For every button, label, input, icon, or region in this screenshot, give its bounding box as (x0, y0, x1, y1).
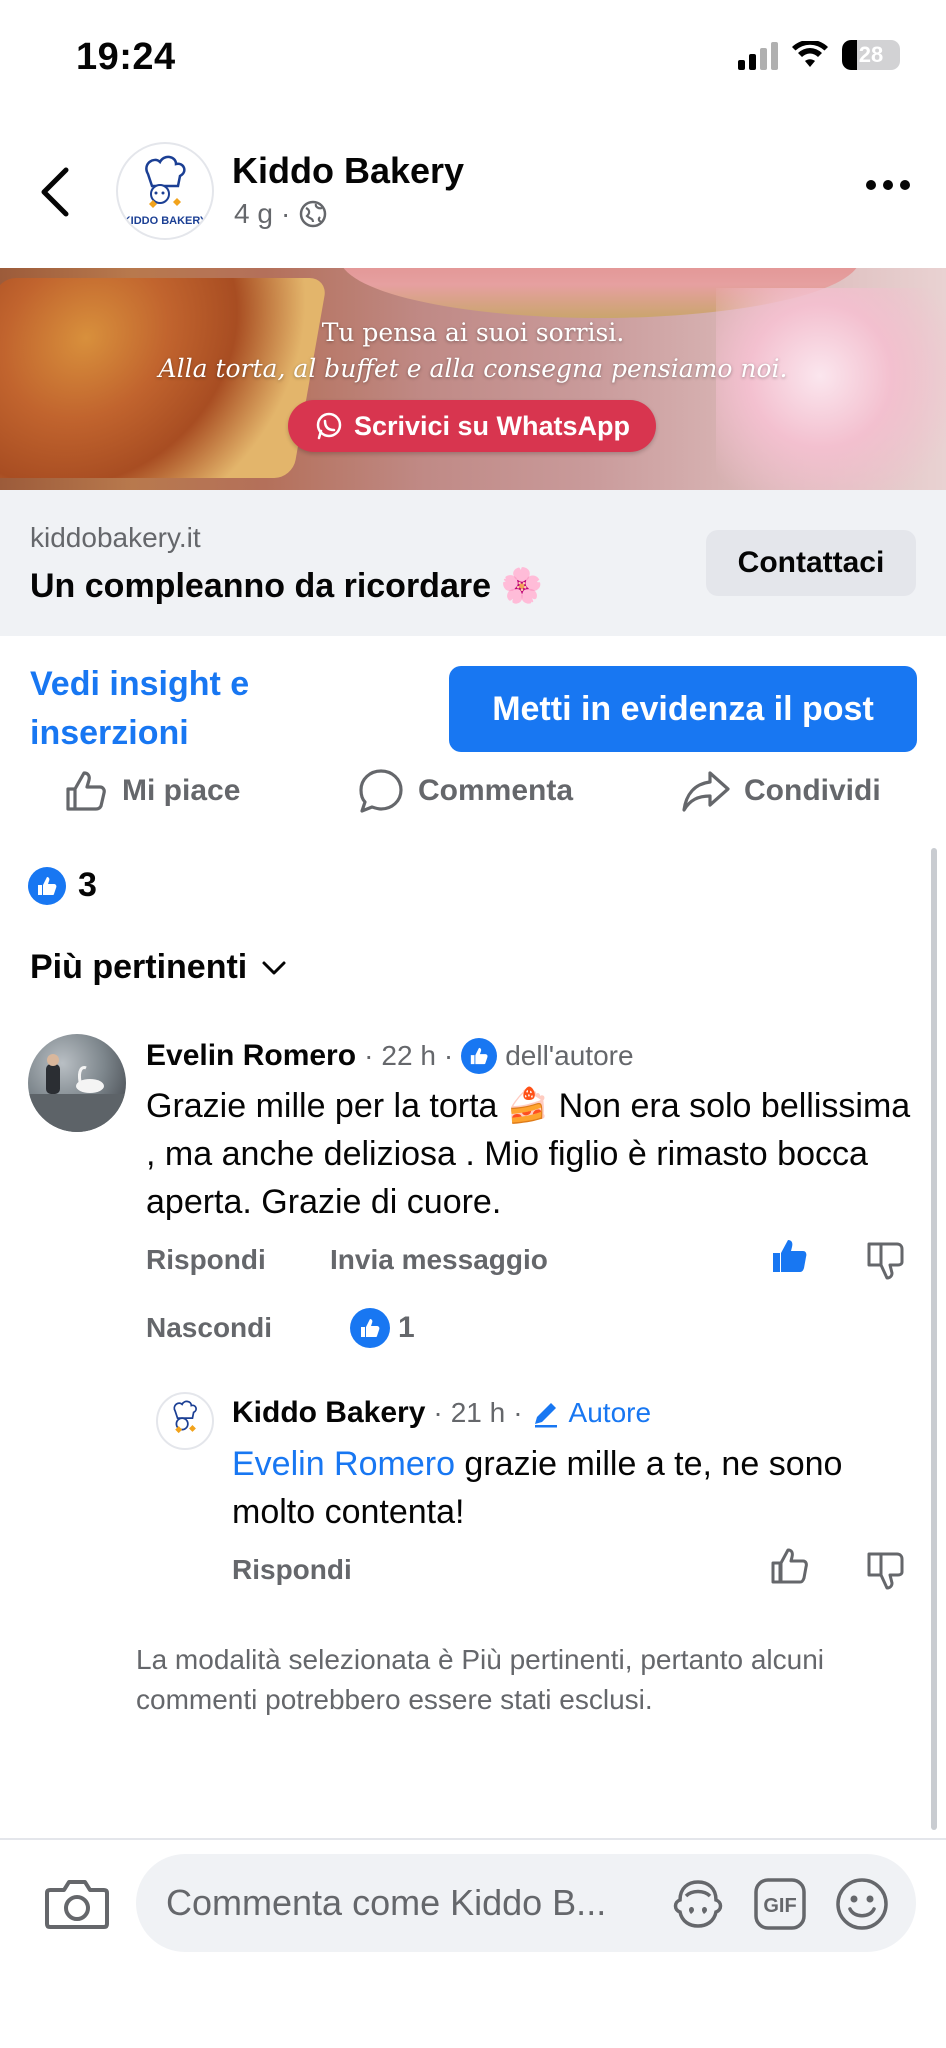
thumbs-down-icon (867, 1552, 904, 1590)
battery-icon: 28 (842, 40, 900, 70)
boost-post-button[interactable]: Metti in evidenza il post (449, 666, 917, 752)
battery-level: 28 (858, 42, 884, 67)
camera-button[interactable] (44, 1876, 110, 1932)
comment-author[interactable]: Evelin Romero (146, 1039, 356, 1073)
gif-icon: GIF (754, 1878, 806, 1930)
share-icon (682, 771, 730, 812)
reply-button[interactable]: Rispondi (232, 1554, 352, 1586)
comment-like-button[interactable] (770, 1236, 810, 1281)
reply-dislike-button[interactable] (866, 1550, 906, 1595)
comment-like-number: 1 (398, 1311, 415, 1344)
reply-text: Evelin Romero grazie mille a te, ne sono… (232, 1440, 922, 1536)
logo-text: KIDDO BAKERY (123, 215, 208, 227)
comment-button[interactable]: Commenta (356, 764, 573, 818)
meta-separator: · (513, 1397, 523, 1428)
kiddo-bakery-logo (173, 1400, 197, 1434)
more-icon-dot (866, 180, 876, 190)
contact-button[interactable]: Contattaci (706, 530, 916, 596)
reply-time: 21 h (450, 1397, 506, 1428)
author-like-badge-icon (461, 1038, 498, 1074)
like-label: Mi piace (122, 774, 241, 807)
reply-header: Kiddo Bakery · 21 h · Autore (232, 1396, 651, 1430)
like-reaction-icon (350, 1308, 390, 1348)
comment-dislike-button[interactable] (866, 1240, 906, 1285)
kiddo-bakery-logo: KIDDO BAKERY (123, 155, 208, 227)
scrollbar[interactable] (931, 848, 937, 1830)
reply-author[interactable]: Kiddo Bakery (232, 1396, 425, 1430)
mention-link[interactable]: Evelin Romero (232, 1445, 455, 1483)
like-icon (66, 771, 106, 811)
page-name[interactable]: Kiddo Bakery (232, 150, 464, 192)
author-badge-label: Autore (568, 1397, 652, 1428)
more-icon-dot (883, 180, 893, 190)
status-icons: 28 (738, 40, 900, 70)
back-button[interactable] (36, 164, 76, 220)
commenter-avatar[interactable] (28, 1034, 126, 1132)
svg-text:GIF: GIF (763, 1895, 796, 1917)
more-icon-dot (900, 180, 910, 190)
camera-icon (45, 1880, 109, 1929)
comment-time: 22 h (381, 1040, 436, 1071)
reply-button[interactable]: Rispondi (146, 1244, 266, 1276)
share-button[interactable]: Condividi (680, 764, 881, 818)
share-label: Condividi (744, 774, 881, 807)
hide-button[interactable]: Nascondi (146, 1312, 272, 1344)
meta-separator: · (433, 1397, 443, 1428)
post-meta: 4 g · (234, 198, 328, 230)
send-message-button[interactable]: Invia messaggio (330, 1244, 548, 1276)
insights-link[interactable]: Vedi insight e inserzioni (30, 660, 330, 758)
emoji-icon (836, 1878, 888, 1930)
comment-sort-dropdown[interactable]: Più pertinenti (30, 948, 287, 987)
like-reaction-icon (28, 866, 66, 905)
whatsapp-label: Scrivici su WhatsApp (353, 410, 631, 441)
back-icon (41, 167, 69, 217)
comment-header: Evelin Romero · 22 h · dell'autore (146, 1038, 634, 1074)
link-title: Un compleanno da ricordare 🌸 (30, 567, 543, 605)
comment-icon (359, 769, 403, 813)
reply-like-button[interactable] (770, 1546, 810, 1591)
banner-headline: Tu pensa ai suoi sorrisi. (321, 318, 625, 347)
author-badge-label: dell'autore (505, 1040, 634, 1071)
emoji-button[interactable] (834, 1876, 890, 1932)
post-time: 4 g (234, 198, 273, 229)
avatar-sticker-icon (673, 1880, 723, 1928)
meta-separator: · (280, 198, 291, 229)
comment-label: Commenta (418, 774, 574, 807)
whatsapp-button[interactable]: Scrivici su WhatsApp (288, 400, 656, 452)
globe-icon (300, 200, 327, 228)
like-button[interactable]: Mi piace (62, 764, 240, 818)
whatsapp-icon (316, 412, 342, 440)
meta-separator: · (364, 1040, 374, 1071)
thumbs-down-icon (867, 1242, 904, 1280)
pencil-icon (534, 1403, 557, 1428)
meta-separator: · (443, 1040, 454, 1071)
reactions-summary[interactable]: 3 (28, 866, 97, 905)
thumbs-up-icon (773, 1240, 807, 1272)
thumbs-up-icon (771, 1548, 808, 1584)
chevron-down-icon (262, 961, 286, 974)
avatar-sticker-button[interactable] (670, 1876, 726, 1932)
comment-input[interactable] (166, 1882, 646, 1924)
reply-author-avatar[interactable] (156, 1392, 214, 1450)
comment-like-count[interactable]: 1 (350, 1308, 415, 1348)
signal-icon (738, 40, 778, 70)
page-avatar[interactable]: KIDDO BAKERY (116, 142, 214, 240)
status-time: 19:24 (76, 36, 176, 78)
divider (0, 1838, 946, 1840)
banner-subheadline: Alla torta, al buffet e alla consegna pe… (158, 354, 788, 383)
sort-label: Più pertinenti (30, 948, 248, 986)
filter-notice: La modalità selezionata è Più pertinenti… (136, 1644, 824, 1715)
gif-button[interactable]: GIF (752, 1876, 808, 1932)
reactions-count: 3 (78, 866, 97, 904)
comment-text: Grazie mille per la torta 🍰 Non era solo… (146, 1087, 911, 1221)
more-options-button[interactable] (866, 180, 910, 190)
wifi-icon (792, 41, 828, 67)
link-domain: kiddobakery.it (30, 522, 201, 553)
